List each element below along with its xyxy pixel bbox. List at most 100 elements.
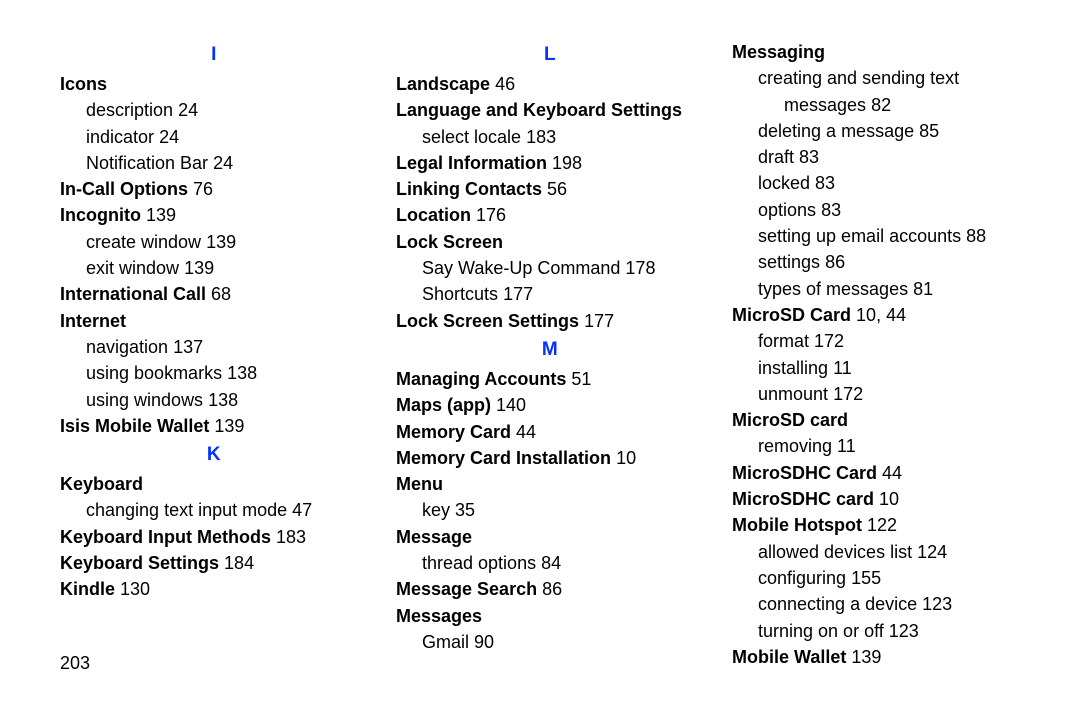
page-number: 203: [60, 653, 90, 674]
index-topic: Mobile Hotspot 122: [732, 513, 1040, 537]
index-page-ref[interactable]: 177: [584, 311, 614, 331]
index-page-ref[interactable]: 88: [966, 226, 986, 246]
index-page-ref[interactable]: 44: [516, 422, 536, 442]
index-page-ref[interactable]: 177: [503, 284, 533, 304]
index-page-ref[interactable]: 183: [276, 527, 306, 547]
index-page-ref[interactable]: 24: [159, 127, 179, 147]
index-topic-label: Managing Accounts: [396, 369, 566, 389]
index-page-ref[interactable]: 10: [616, 448, 636, 468]
index-subentry: locked 83: [732, 171, 1040, 195]
index-page-ref[interactable]: 35: [455, 500, 475, 520]
index-page-ref[interactable]: 86: [542, 579, 562, 599]
index-page-ref[interactable]: 140: [496, 395, 526, 415]
index-page-ref[interactable]: 81: [913, 279, 933, 299]
index-page-ref[interactable]: 183: [526, 127, 556, 147]
index-page-ref[interactable]: 76: [193, 179, 213, 199]
index-column-3: Messaging creating and sending text messag…: [732, 38, 1040, 671]
index-page-ref[interactable]: 176: [476, 205, 506, 225]
index-page-ref[interactable]: 82: [871, 95, 891, 115]
index-page-ref[interactable]: 10, 44: [856, 305, 906, 325]
index-subentry-label: description: [86, 100, 173, 120]
index-topic-label: Messaging: [732, 42, 825, 62]
index-page-ref[interactable]: 172: [814, 331, 844, 351]
index-page-ref[interactable]: 46: [495, 74, 515, 94]
index-topic-label: Keyboard Settings: [60, 553, 219, 573]
index-subentry: using bookmarks 138: [60, 361, 368, 385]
index-topic-label: Linking Contacts: [396, 179, 542, 199]
index-subentry: create window 139: [60, 230, 368, 254]
index-page-ref[interactable]: 83: [799, 147, 819, 167]
index-page-ref[interactable]: 44: [882, 463, 902, 483]
index-topic: Legal Information 198: [396, 151, 704, 175]
index-page-ref[interactable]: 155: [851, 568, 881, 588]
index-page-ref[interactable]: 24: [213, 153, 233, 173]
index-page-ref[interactable]: 130: [120, 579, 150, 599]
index-subentry-label: settings: [758, 252, 820, 272]
index-page-ref[interactable]: 47: [292, 500, 312, 520]
index-column-2: L Landscape 46 Language and Keyboard Setti…: [396, 38, 704, 671]
index-subentry-label: creating and sending text: [758, 68, 959, 88]
index-subentry: configuring 155: [732, 566, 1040, 590]
index-page-ref[interactable]: 83: [821, 200, 841, 220]
index-topic: Message: [396, 525, 704, 549]
index-page-ref[interactable]: 68: [211, 284, 231, 304]
index-page-ref[interactable]: 184: [224, 553, 254, 573]
index-topic-label: Isis Mobile Wallet: [60, 416, 209, 436]
index-subentry-label: key: [422, 500, 450, 520]
index-page-ref[interactable]: 123: [889, 621, 919, 641]
index-page-ref[interactable]: 139: [214, 416, 244, 436]
index-page-ref[interactable]: 138: [208, 390, 238, 410]
index-page-ref[interactable]: 83: [815, 173, 835, 193]
index-topic-label: Mobile Wallet: [732, 647, 846, 667]
index-subentry: settings 86: [732, 250, 1040, 274]
index-page-ref[interactable]: 51: [571, 369, 591, 389]
index-page-ref[interactable]: 85: [919, 121, 939, 141]
index-subentry-label: locked: [758, 173, 810, 193]
index-page-ref[interactable]: 178: [625, 258, 655, 278]
index-subentry-label: using bookmarks: [86, 363, 222, 383]
index-page-ref[interactable]: 11: [837, 436, 856, 456]
index-page-ref[interactable]: 84: [541, 553, 561, 573]
index-page-ref[interactable]: 10: [879, 489, 899, 509]
index-page-ref[interactable]: 56: [547, 179, 567, 199]
index-letter: L: [396, 44, 704, 66]
index-page-ref[interactable]: 90: [474, 632, 494, 652]
index-topic: Kindle 130: [60, 577, 368, 601]
index-subentry: thread options 84: [396, 551, 704, 575]
index-page-ref[interactable]: 198: [552, 153, 582, 173]
index-page-ref[interactable]: 138: [227, 363, 257, 383]
index-subentry-label: turning on or off: [758, 621, 884, 641]
index-page-ref[interactable]: 139: [146, 205, 176, 225]
index-subentry: Say Wake-Up Command 178: [396, 256, 704, 280]
index-subentry-label: installing: [758, 358, 828, 378]
index-topic: International Call 68: [60, 282, 368, 306]
index-subentry: changing text input mode 47: [60, 498, 368, 522]
index-page-ref[interactable]: 124: [917, 542, 947, 562]
index-subentry: removing 11: [732, 434, 1040, 458]
index-page-ref[interactable]: 139: [851, 647, 881, 667]
index-page-ref[interactable]: 137: [173, 337, 203, 357]
index-topic: In-Call Options 76: [60, 177, 368, 201]
index-subentry-label: Notification Bar: [86, 153, 208, 173]
index-topic-label: Keyboard: [60, 474, 143, 494]
index-topic: Keyboard: [60, 472, 368, 496]
index-page-ref[interactable]: 139: [184, 258, 214, 278]
index-page-ref[interactable]: 172: [833, 384, 863, 404]
index-topic: MicroSDHC Card 44: [732, 461, 1040, 485]
index-topic-label: Icons: [60, 74, 107, 94]
index-topic: Lock Screen: [396, 230, 704, 254]
index-page-ref[interactable]: 86: [825, 252, 845, 272]
index-topic-label: Landscape: [396, 74, 490, 94]
index-topic-label: Mobile Hotspot: [732, 515, 862, 535]
index-topic: Keyboard Input Methods 183: [60, 525, 368, 549]
index-page-ref[interactable]: 123: [922, 594, 952, 614]
index-subentry-label: messages: [784, 95, 866, 115]
index-column-1: IIconsdescription 24indicator 24Notifica…: [60, 38, 368, 671]
index-page-ref[interactable]: 139: [206, 232, 236, 252]
index-subentry-label: allowed devices list: [758, 542, 912, 562]
index-page-ref[interactable]: 24: [178, 100, 198, 120]
index-subentry: draft 83: [732, 145, 1040, 169]
index-topic-label: Language and Keyboard Settings: [396, 100, 682, 120]
index-page-ref[interactable]: 11: [833, 358, 852, 378]
index-page-ref[interactable]: 122: [867, 515, 897, 535]
